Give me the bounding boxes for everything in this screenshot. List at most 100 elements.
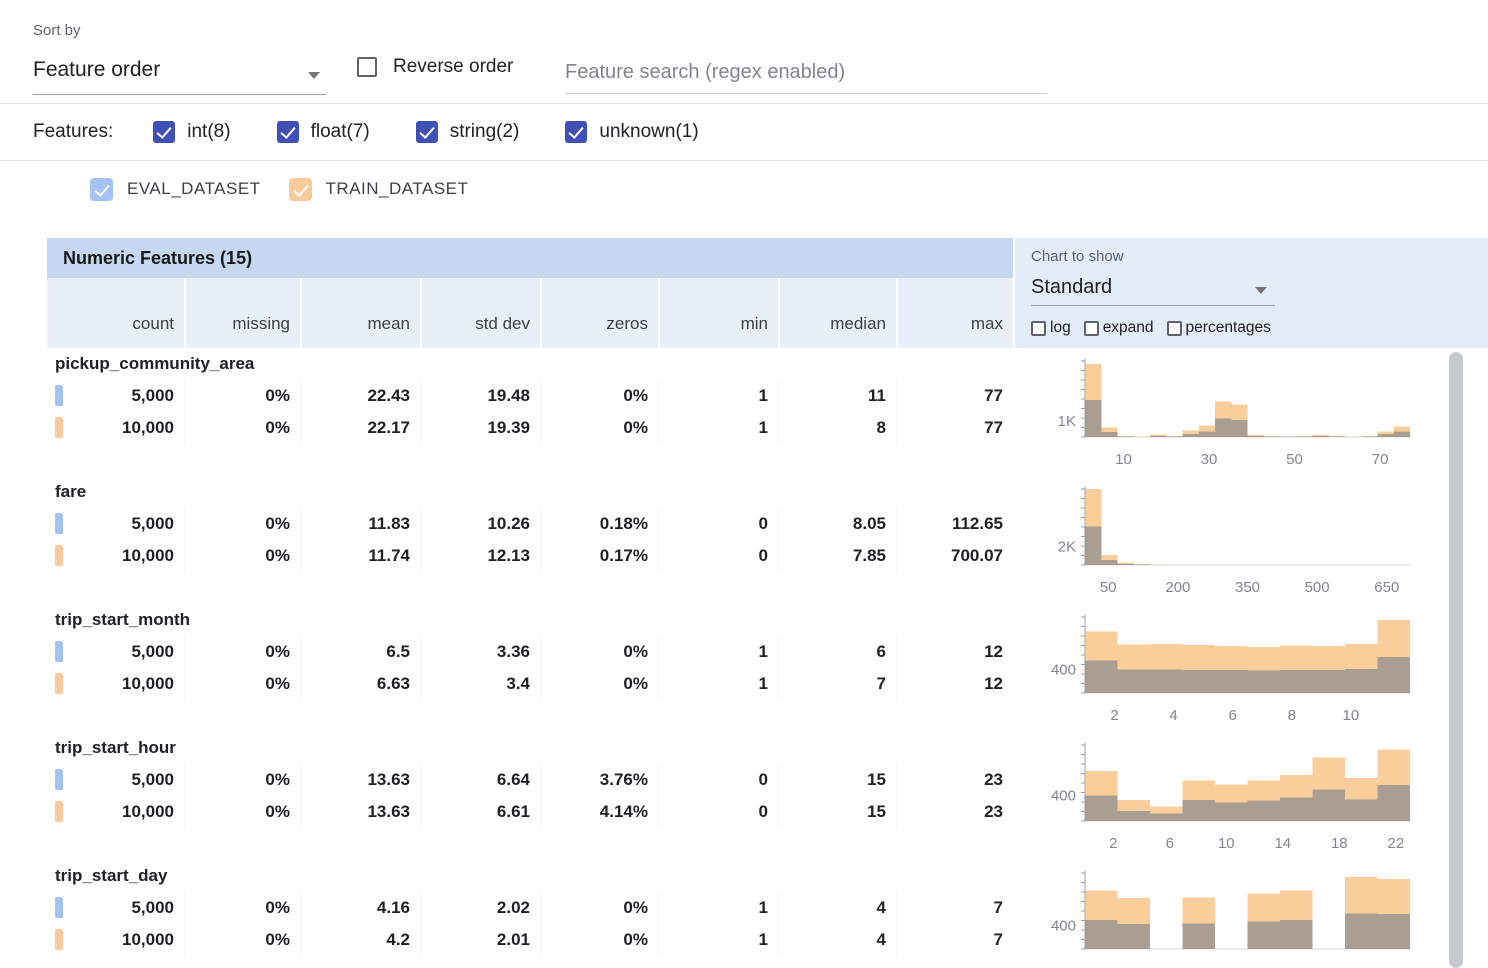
checkbox-checked-icon[interactable] <box>416 121 438 143</box>
stat-median: 6 <box>778 636 896 668</box>
stat-std-dev: 10.26 <box>420 508 540 540</box>
stat-missing: 0% <box>184 668 300 700</box>
stat-min: 1 <box>658 892 778 924</box>
svg-text:2: 2 <box>1110 707 1118 724</box>
stat-min: 0 <box>658 796 778 828</box>
svg-text:10: 10 <box>1218 835 1235 852</box>
dataset-color-chip <box>55 801 63 822</box>
feature-type-filter-unknown[interactable]: unknown(1) <box>565 121 698 143</box>
stat-zeros: 0.18% <box>540 508 658 540</box>
stat-row-eval_dataset: 5,0000%4.162.020%147 <box>47 892 1013 924</box>
feature-name: trip_start_month <box>55 610 190 630</box>
vertical-scrollbar-thumb[interactable] <box>1449 352 1463 968</box>
svg-text:8: 8 <box>1288 707 1296 724</box>
stat-std-dev: 3.4 <box>420 668 540 700</box>
stat-min: 1 <box>658 380 778 412</box>
dataset-label: TRAIN_DATASET <box>326 179 469 199</box>
sort-by-dropdown[interactable]: Feature order <box>33 50 326 95</box>
dataset-color-chip <box>55 385 63 406</box>
stat-count: 10,000 <box>47 796 184 828</box>
svg-text:18: 18 <box>1331 835 1348 852</box>
checkbox-unchecked-icon[interactable] <box>1167 321 1182 336</box>
feature-histogram: 400246810 <box>1032 608 1462 736</box>
feature-histogram: 2K50200350500650 <box>1032 480 1462 608</box>
dataset-checkbox-icon[interactable] <box>289 178 312 201</box>
feature-type-filter-string[interactable]: string(2) <box>416 121 520 143</box>
feature-type-filter-int[interactable]: int(8) <box>153 121 230 143</box>
stat-std-dev: 2.01 <box>420 924 540 956</box>
reverse-order-control[interactable]: Reverse order <box>357 56 513 78</box>
chevron-down-icon <box>1255 287 1267 294</box>
feature-name: trip_start_day <box>55 866 167 886</box>
stat-mean: 22.43 <box>300 380 420 412</box>
stat-median: 4 <box>778 924 896 956</box>
facets-overview-page: Sort by Feature order Reverse order Feat… <box>0 0 1488 968</box>
column-header-zeros: zeros <box>540 278 658 348</box>
dataset-toggle-eval_dataset[interactable]: EVAL_DATASET <box>90 178 261 201</box>
stat-zeros: 4.14% <box>540 796 658 828</box>
stat-count: 5,000 <box>47 892 184 924</box>
chart-option-percentages[interactable]: percentages <box>1167 319 1271 337</box>
stat-mean: 4.2 <box>300 924 420 956</box>
feature-search-input[interactable] <box>565 52 1047 94</box>
stat-min: 1 <box>658 924 778 956</box>
stat-std-dev: 12.13 <box>420 540 540 572</box>
svg-text:70: 70 <box>1372 451 1389 468</box>
stat-missing: 0% <box>184 796 300 828</box>
feature-type-filter-float[interactable]: float(7) <box>277 121 370 143</box>
dataset-toggle-train_dataset[interactable]: TRAIN_DATASET <box>289 178 469 201</box>
stat-std-dev: 2.02 <box>420 892 540 924</box>
stat-count: 10,000 <box>47 412 184 444</box>
stat-std-dev: 19.48 <box>420 380 540 412</box>
stat-max: 77 <box>896 412 1013 444</box>
chart-option-label: percentages <box>1186 319 1271 337</box>
svg-text:650: 650 <box>1374 579 1399 596</box>
dataset-legend: EVAL_DATASET TRAIN_DATASET <box>90 163 496 215</box>
stat-missing: 0% <box>184 764 300 796</box>
checkbox-checked-icon[interactable] <box>153 121 175 143</box>
svg-text:500: 500 <box>1305 579 1330 596</box>
stat-max: 7 <box>896 924 1013 956</box>
stat-missing: 0% <box>184 540 300 572</box>
chart-option-expand[interactable]: expand <box>1084 319 1154 337</box>
reverse-order-label: Reverse order <box>393 56 513 78</box>
dataset-color-chip <box>55 769 63 790</box>
dataset-checkbox-icon[interactable] <box>90 178 113 201</box>
stat-row-train_dataset: 10,0000%6.633.40%1712 <box>47 668 1013 700</box>
stat-min: 0 <box>658 540 778 572</box>
column-header-row: countmissingmeanstd devzerosminmedianmax <box>47 278 1013 348</box>
stat-count: 10,000 <box>47 540 184 572</box>
stat-max: 112.65 <box>896 508 1013 540</box>
checkbox-unchecked-icon[interactable] <box>1031 321 1046 336</box>
svg-text:1K: 1K <box>1058 413 1076 430</box>
checkbox-unchecked-icon[interactable] <box>1084 321 1099 336</box>
stat-median: 11 <box>778 380 896 412</box>
stat-count: 10,000 <box>47 668 184 700</box>
stat-median: 4 <box>778 892 896 924</box>
stat-median: 15 <box>778 764 896 796</box>
column-header-median: median <box>778 278 896 348</box>
feature-type-filter-bar: Features: int(8)float(7)string(2)unknown… <box>0 104 1488 161</box>
stat-std-dev: 19.39 <box>420 412 540 444</box>
chart-option-label: log <box>1050 319 1071 337</box>
stat-zeros: 3.76% <box>540 764 658 796</box>
svg-text:350: 350 <box>1235 579 1260 596</box>
stat-max: 7 <box>896 892 1013 924</box>
reverse-order-checkbox[interactable] <box>357 57 377 77</box>
stat-zeros: 0% <box>540 380 658 412</box>
stat-max: 77 <box>896 380 1013 412</box>
chart-option-label: expand <box>1103 319 1154 337</box>
dataset-color-chip <box>55 929 63 950</box>
chart-type-dropdown[interactable]: Standard <box>1031 272 1275 306</box>
stat-count: 5,000 <box>47 508 184 540</box>
checkbox-checked-icon[interactable] <box>565 121 587 143</box>
column-header-min: min <box>658 278 778 348</box>
checkbox-checked-icon[interactable] <box>277 121 299 143</box>
feature-name: fare <box>55 482 86 502</box>
sort-by-label: Sort by <box>33 22 81 39</box>
stat-std-dev: 6.64 <box>420 764 540 796</box>
stat-missing: 0% <box>184 636 300 668</box>
svg-text:50: 50 <box>1286 451 1303 468</box>
chart-option-log[interactable]: log <box>1031 319 1071 337</box>
feature-type-filters: int(8) float(7) string(2) unknown(1) <box>153 121 744 143</box>
